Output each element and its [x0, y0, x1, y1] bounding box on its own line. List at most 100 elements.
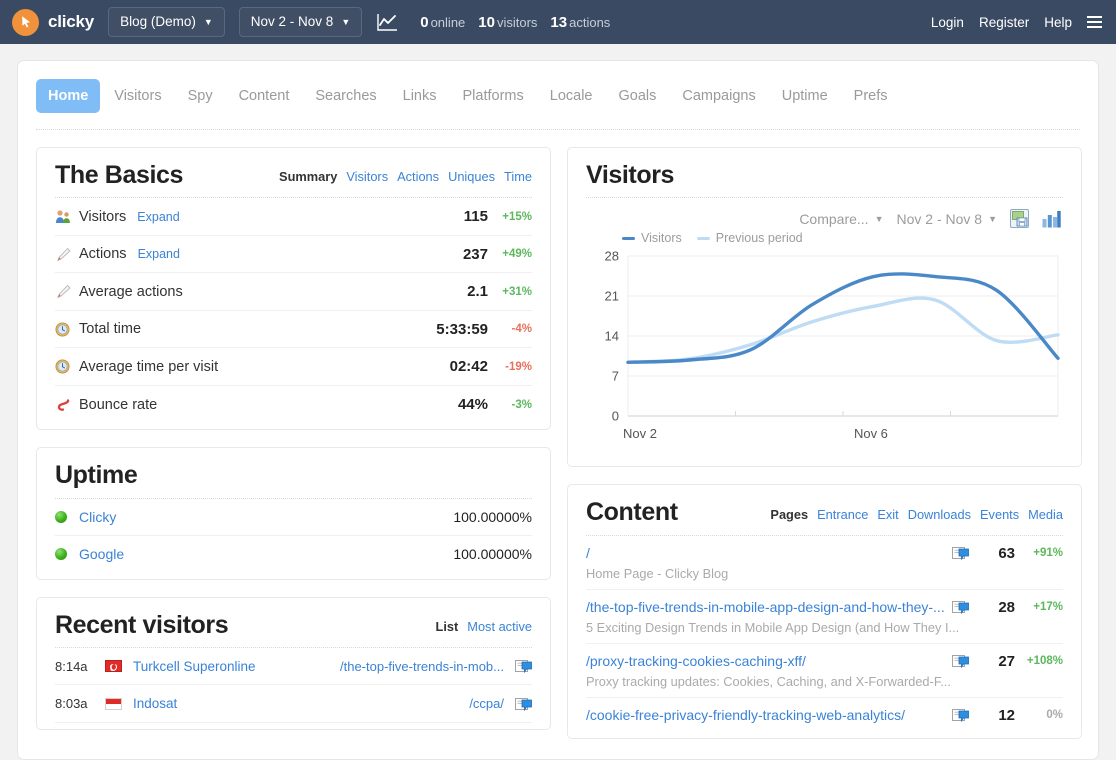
register-link[interactable]: Register: [979, 15, 1029, 30]
chevron-down-icon: ▼: [341, 18, 350, 27]
save-export-icon[interactable]: [1010, 209, 1029, 228]
tab-goals[interactable]: Goals: [606, 79, 668, 113]
basics-link-actions[interactable]: Actions: [397, 169, 439, 184]
message-icon[interactable]: [952, 654, 969, 668]
content-link-media[interactable]: Media: [1028, 507, 1063, 522]
clock-icon: [55, 359, 79, 374]
content-delta: +108%: [1015, 655, 1063, 667]
tab-spy[interactable]: Spy: [176, 79, 225, 113]
tab-content[interactable]: Content: [227, 79, 302, 113]
tab-visitors[interactable]: Visitors: [102, 79, 173, 113]
basics-link-visitors[interactable]: Visitors: [346, 169, 388, 184]
brand-logo[interactable]: clicky: [12, 9, 94, 36]
compare-label: Compare...: [799, 211, 868, 227]
tab-home[interactable]: Home: [36, 79, 100, 113]
content-url[interactable]: /proxy-tracking-cookies-caching-xff/: [586, 653, 806, 669]
page-title-visitors: Visitors: [586, 162, 674, 188]
content-value: 28: [969, 599, 1015, 616]
svg-text:Nov 6: Nov 6: [854, 426, 888, 441]
content-link-pages[interactable]: Pages: [770, 507, 808, 522]
uptime-row-google: Google 100.00000%: [55, 536, 532, 573]
hamburger-icon[interactable]: [1087, 14, 1102, 30]
visit-time: 8:14a: [55, 659, 105, 674]
legend-label: Visitors: [641, 231, 682, 245]
visitors-chart-header: Visitors: [586, 162, 1063, 198]
content-delta: +91%: [1015, 547, 1063, 559]
status-badge-green: [55, 511, 67, 523]
legend-item-previous-period: Previous period: [697, 231, 803, 245]
stat-visitors: 10visitors: [478, 14, 537, 31]
date-range-dropdown[interactable]: Nov 2 - Nov 8 ▼: [239, 7, 362, 37]
header-links: Login Register Help: [931, 14, 1102, 30]
uptime-service-name[interactable]: Google: [79, 546, 124, 562]
tab-searches[interactable]: Searches: [303, 79, 388, 113]
basics-value: 2.1: [467, 283, 488, 300]
visitor-isp[interactable]: Turkcell Superonline: [133, 659, 256, 674]
basics-expand-actions[interactable]: Expand: [138, 247, 180, 261]
message-icon[interactable]: [952, 546, 969, 560]
status-badge-green: [55, 548, 67, 560]
content-page-title: 5 Exciting Design Trends in Mobile App D…: [586, 620, 986, 635]
visitor-isp[interactable]: Indosat: [133, 696, 177, 711]
page-title-uptime: Uptime: [55, 462, 137, 488]
content-delta: 0%: [1015, 709, 1063, 721]
main-content-card: Home Visitors Spy Content Searches Links…: [17, 60, 1099, 760]
site-selector-dropdown[interactable]: Blog (Demo) ▼: [108, 7, 225, 37]
svg-text:0: 0: [612, 409, 619, 424]
basics-row-average-actions: Average actions 2.1 +31%: [55, 273, 532, 311]
chart-date-range-dropdown[interactable]: Nov 2 - Nov 8 ▼: [896, 211, 997, 227]
content-link-downloads[interactable]: Downloads: [908, 507, 971, 522]
content-url[interactable]: /: [586, 545, 590, 561]
page-title-content: Content: [586, 499, 678, 525]
basics-delta: +15%: [488, 211, 532, 223]
basics-value: 5:33:59: [436, 321, 488, 338]
the-basics-panel: The Basics Summary Visitors Actions Uniq…: [36, 147, 551, 430]
tab-uptime[interactable]: Uptime: [770, 79, 840, 113]
visitors-line-chart[interactable]: 07142128 Nov 2Nov 6: [586, 248, 1063, 456]
content-row: / 63 +91% Home Page - Clicky Bl: [586, 536, 1063, 590]
content-row: /proxy-tracking-cookies-caching-xff/ 27 …: [586, 644, 1063, 698]
basics-label: Average actions: [79, 284, 183, 300]
line-chart-icon[interactable]: [376, 12, 398, 32]
uptime-service-name[interactable]: Clicky: [79, 509, 116, 525]
tab-platforms[interactable]: Platforms: [451, 79, 536, 113]
basics-label: Actions: [79, 246, 127, 262]
content-value: 27: [969, 653, 1015, 670]
bar-chart-icon[interactable]: [1042, 210, 1061, 228]
message-icon[interactable]: [515, 697, 532, 711]
basics-row-visitors: Visitors Expand 115 +15%: [55, 198, 532, 236]
visitor-landing-page[interactable]: /the-top-five-trends-in-mob...: [340, 659, 504, 674]
recent-link-most-active[interactable]: Most active: [467, 619, 532, 634]
content-row: /the-top-five-trends-in-mobile-app-desig…: [586, 590, 1063, 644]
content-url[interactable]: /cookie-free-privacy-friendly-tracking-w…: [586, 707, 905, 723]
basics-expand-visitors[interactable]: Expand: [137, 210, 179, 224]
clock-icon: [55, 322, 79, 337]
message-icon[interactable]: [952, 600, 969, 614]
tab-links[interactable]: Links: [391, 79, 449, 113]
basics-link-time[interactable]: Time: [504, 169, 532, 184]
chart-toolbar: Compare... ▼ Nov 2 - Nov 8 ▼: [586, 198, 1063, 230]
message-icon[interactable]: [515, 659, 532, 673]
uptime-panel: Uptime Clicky 100.00000% Google 100.0000…: [36, 447, 551, 579]
login-link[interactable]: Login: [931, 15, 964, 30]
visitor-landing-page[interactable]: /ccpa/: [469, 696, 504, 711]
basics-row-actions: Actions Expand 237 +49%: [55, 236, 532, 274]
tab-prefs[interactable]: Prefs: [842, 79, 900, 113]
content-link-events[interactable]: Events: [980, 507, 1019, 522]
recent-link-list[interactable]: List: [436, 619, 459, 634]
tab-campaigns[interactable]: Campaigns: [670, 79, 767, 113]
content-value: 63: [969, 545, 1015, 562]
content-link-entrance[interactable]: Entrance: [817, 507, 868, 522]
help-link[interactable]: Help: [1044, 15, 1072, 30]
recent-visitors-panel: Recent visitors List Most active 8:14a T…: [36, 597, 551, 730]
left-column: The Basics Summary Visitors Actions Uniq…: [36, 147, 551, 756]
basics-link-uniques[interactable]: Uniques: [448, 169, 495, 184]
compare-dropdown[interactable]: Compare... ▼: [799, 211, 883, 227]
basics-view-links: Summary Visitors Actions Uniques Time: [279, 169, 532, 188]
content-url[interactable]: /the-top-five-trends-in-mobile-app-desig…: [586, 599, 945, 615]
basics-link-summary[interactable]: Summary: [279, 169, 337, 184]
tab-locale[interactable]: Locale: [538, 79, 605, 113]
content-link-exit[interactable]: Exit: [877, 507, 898, 522]
message-icon[interactable]: [952, 708, 969, 722]
chevron-down-icon: ▼: [204, 18, 213, 27]
